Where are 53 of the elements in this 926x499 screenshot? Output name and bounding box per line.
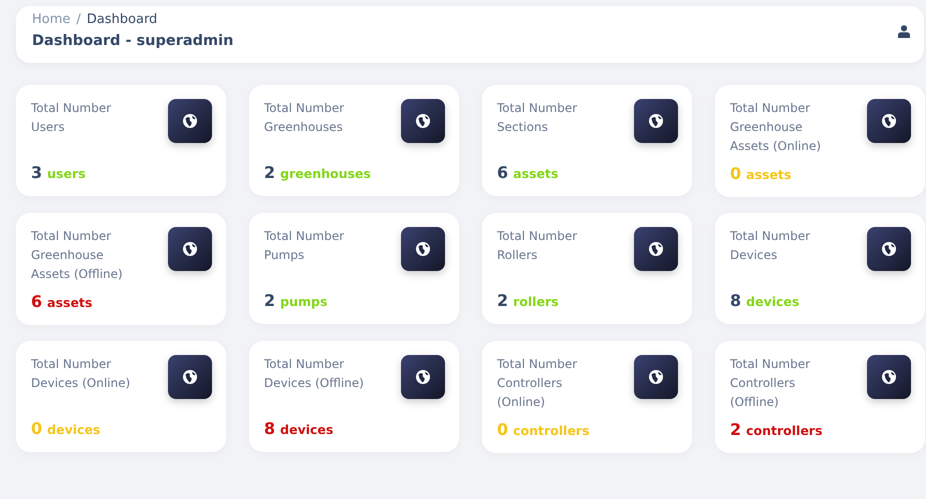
user-icon[interactable] xyxy=(898,25,910,38)
card-title: Total Number Pumps xyxy=(264,228,344,264)
card-title: Total Number Devices xyxy=(730,228,810,264)
globe-icon xyxy=(168,355,212,399)
globe-icon xyxy=(168,99,212,143)
stat-count: 0 xyxy=(497,420,508,439)
globe-icon xyxy=(634,99,678,143)
stat-count: 2 xyxy=(264,291,276,310)
stat-count: 2 xyxy=(497,291,508,310)
globe-icon xyxy=(634,355,678,399)
stat-unit: users xyxy=(47,166,86,181)
page-title: Dashboard - superadmin xyxy=(32,33,234,49)
stat-count: 2 xyxy=(264,163,276,182)
globe-icon xyxy=(401,227,445,271)
stat-unit: assets xyxy=(746,167,792,182)
globe-icon xyxy=(401,99,445,143)
globe-icon xyxy=(168,227,212,271)
stat-unit: controllers xyxy=(513,423,590,438)
globe-icon xyxy=(867,99,911,143)
stat-count: 0 xyxy=(730,164,742,183)
globe-icon xyxy=(867,227,911,271)
stat-count: 3 xyxy=(31,163,42,182)
stat-unit: pumps xyxy=(280,294,328,309)
card-title: Total Number Controllers (Online) xyxy=(497,356,578,411)
stat-count: 6 xyxy=(497,163,508,182)
stat-unit: rollers xyxy=(513,294,559,309)
stat-count: 8 xyxy=(264,419,276,438)
card-title: Total Number Devices (Offline) xyxy=(264,356,364,392)
breadcrumb-separator: / xyxy=(76,12,81,27)
stat-unit: assets xyxy=(47,295,92,310)
card-title: Total Number Greenhouses xyxy=(264,100,344,136)
stat-unit: greenhouses xyxy=(280,166,371,181)
card-title: Total Number Devices (Online) xyxy=(31,356,130,392)
stat-unit: devices xyxy=(746,294,800,309)
stat-unit: devices xyxy=(47,422,100,437)
stat-count: 8 xyxy=(730,291,742,310)
card-title: Total Number Controllers (Offline) xyxy=(730,356,810,411)
card-title: Total Number Users xyxy=(31,100,112,136)
globe-icon xyxy=(401,355,445,399)
card-title: Total Number Rollers xyxy=(497,228,578,264)
stat-unit: assets xyxy=(513,166,558,181)
stat-count: 2 xyxy=(730,420,742,439)
stat-count: 0 xyxy=(31,419,42,438)
breadcrumb-link[interactable]: Home xyxy=(32,12,70,27)
breadcrumb-current: Dashboard xyxy=(86,12,158,27)
globe-icon xyxy=(634,227,678,271)
stat-count: 6 xyxy=(31,292,42,311)
card-title: Total Number Greenhouse Assets (Offline) xyxy=(31,228,123,283)
stat-unit: devices xyxy=(280,422,334,437)
card-title: Total Number Greenhouse Assets (Online) xyxy=(730,100,821,155)
card-title: Total Number Sections xyxy=(497,100,578,136)
stat-unit: controllers xyxy=(746,423,822,438)
globe-icon xyxy=(867,355,911,399)
